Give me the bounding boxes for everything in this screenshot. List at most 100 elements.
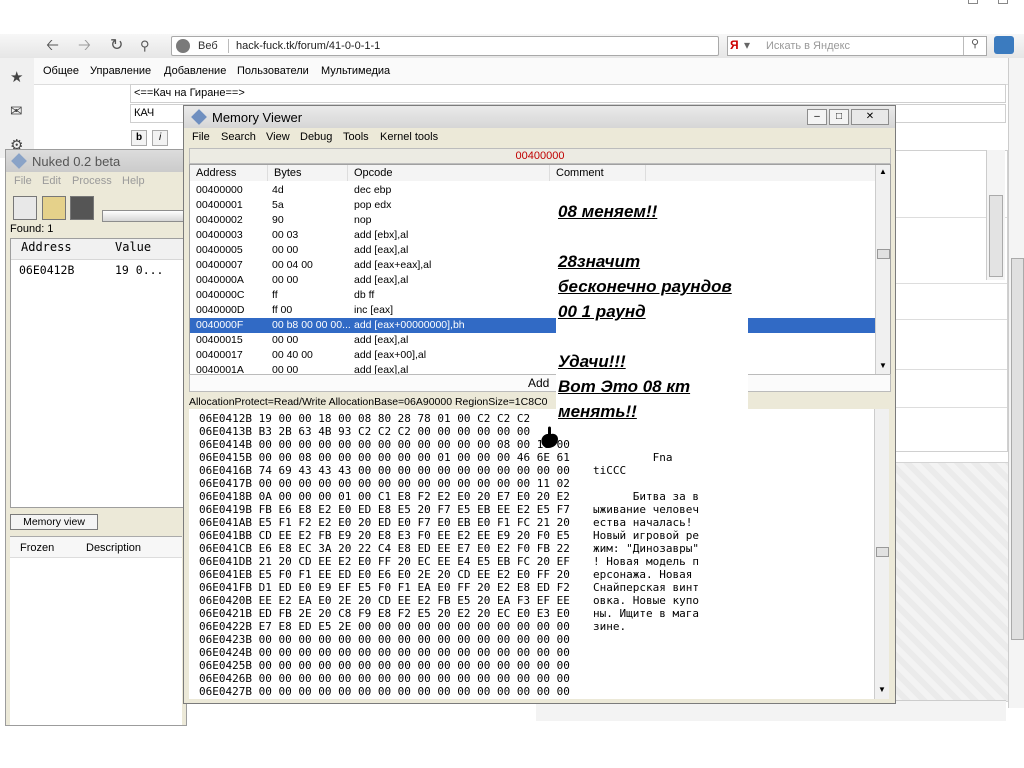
hex-view[interactable]: 06E0412B 19 00 00 18 00 08 80 28 78 01 0… [189, 409, 889, 699]
column-value[interactable]: Value [115, 240, 151, 258]
menu-debug[interactable]: Debug [300, 131, 332, 143]
memory-view-button[interactable]: Memory view [10, 514, 98, 530]
disassembler-row[interactable]: 0040000A 00 00 add [eax],al [190, 273, 876, 288]
scroll-down-icon[interactable]: ▼ [879, 361, 887, 370]
column-address[interactable]: Address [190, 165, 268, 181]
hex-scrollbar[interactable]: ▲ ▼ [874, 409, 889, 699]
nav-item-management[interactable]: Управление [90, 65, 151, 77]
window-control-icon[interactable] [998, 0, 1008, 4]
close-icon[interactable]: ✕ [851, 109, 889, 125]
yandex-logo-icon[interactable]: Я [730, 38, 739, 52]
nav-item-add[interactable]: Добавление [164, 65, 226, 77]
topic-title-field[interactable]: <==Кач на Гиране==> [130, 84, 1006, 103]
address-bar[interactable]: Веб hack-fuck.tk/forum/41-0-0-1-1 [171, 36, 719, 56]
nav-item-users[interactable]: Пользователи [237, 65, 309, 77]
hex-line[interactable]: 06E041AB E5 F1 F2 E2 E0 20 ED E0 F7 E0 E… [199, 516, 570, 529]
hex-line[interactable]: 06E0421B ED FB 2E 20 C8 F9 E8 F2 E5 20 E… [199, 607, 570, 620]
disassembler-row[interactable]: 00400002 90 nop [190, 213, 876, 228]
forward-arrow-icon[interactable]: 🡢 [78, 37, 91, 55]
disassembler-row[interactable]: 00400017 00 40 00 add [eax+00],al [190, 348, 876, 363]
menu-search[interactable]: Search [221, 131, 256, 143]
column-frozen[interactable]: Frozen [20, 542, 54, 554]
nav-item-multimedia[interactable]: Мультимедиа [321, 65, 390, 77]
key-icon[interactable]: ⚲ [140, 37, 150, 55]
bold-button[interactable]: b [131, 130, 147, 146]
window-control-icon[interactable] [968, 0, 978, 4]
scroll-thumb[interactable] [877, 249, 890, 259]
hex-line[interactable]: 06E0424B 00 00 00 00 00 00 00 00 00 00 0… [199, 646, 570, 659]
back-arrow-icon[interactable]: 🡠 [46, 37, 59, 55]
column-address[interactable]: Address [21, 240, 72, 258]
nuked-titlebar[interactable]: Nuked 0.2 beta [6, 150, 186, 172]
column-opcode[interactable]: Opcode [348, 165, 550, 181]
scroll-up-icon[interactable]: ▲ [879, 167, 887, 176]
disassembler-row[interactable]: 0040000D ff 00 inc [eax] [190, 303, 876, 318]
search-input[interactable]: Искать в Яндекс [766, 40, 850, 52]
italic-button[interactable]: i [152, 130, 169, 146]
reload-icon[interactable]: ↻ [110, 37, 123, 55]
hex-line[interactable]: 06E041CB E6 E8 EC 3A 20 22 C4 E8 ED EE E… [199, 542, 570, 555]
disassembler-row[interactable]: 00400000 4d dec ebp [190, 183, 876, 198]
disassembler-row[interactable]: 00400003 00 03 add [ebx],al [190, 228, 876, 243]
scroll-thumb[interactable] [1011, 258, 1024, 640]
hex-line[interactable]: 06E0416B 74 69 43 43 43 00 00 00 00 00 0… [199, 464, 570, 477]
result-value[interactable]: 19 0... [115, 263, 163, 277]
hex-line[interactable]: 06E041FB D1 ED E0 E9 EF E5 F0 F1 EA E0 F… [199, 581, 570, 594]
menu-view[interactable]: View [266, 131, 290, 143]
menu-edit[interactable]: Edit [42, 175, 61, 187]
disassembler-row[interactable]: 00400007 00 04 00 add [eax+eax],al [190, 258, 876, 273]
open-folder-icon[interactable] [42, 196, 66, 220]
column-comment[interactable]: Comment [550, 165, 646, 181]
disassembler-view[interactable]: Address Bytes Opcode Comment 00400000 4d d… [189, 164, 891, 376]
scroll-thumb[interactable] [989, 195, 1003, 277]
page-scrollbar[interactable] [1008, 58, 1024, 708]
mail-icon[interactable]: ✉ [10, 102, 23, 120]
scroll-down-icon[interactable]: ▼ [878, 685, 886, 694]
disassembler-scrollbar[interactable]: ▲ ▼ [875, 165, 890, 375]
hex-line[interactable]: 06E0427B 00 00 00 00 00 00 00 00 00 00 0… [199, 685, 570, 698]
site-info-icon[interactable] [176, 39, 190, 53]
memory-viewer-titlebar[interactable]: Memory Viewer – □ ✕ [184, 106, 895, 128]
scroll-thumb[interactable] [876, 547, 889, 557]
menu-process[interactable]: Process [72, 175, 112, 187]
mail-icon[interactable] [994, 36, 1014, 54]
menu-tools[interactable]: Tools [343, 131, 369, 143]
hex-line[interactable]: 06E0420B EE E2 EA E0 2E 20 CD EE E2 FB E… [199, 594, 570, 607]
chevron-down-icon[interactable]: ▾ [744, 38, 750, 52]
hex-line[interactable]: 06E041BB CD EE E2 FB E9 20 E8 E3 F0 EE E… [199, 529, 570, 542]
menu-help[interactable]: Help [122, 175, 145, 187]
menu-file[interactable]: File [192, 131, 210, 143]
disassembler-row[interactable]: 0040000F 00 b8 00 00 00... add [eax+000000… [190, 318, 876, 333]
column-bytes[interactable]: Bytes [268, 165, 348, 181]
menu-kernel-tools[interactable]: Kernel tools [380, 131, 438, 143]
hex-line[interactable]: 06E0414B 00 00 00 00 00 00 00 00 00 00 0… [199, 438, 570, 451]
nav-item-general[interactable]: Общее [43, 65, 79, 77]
maximize-icon[interactable]: □ [829, 109, 849, 125]
hex-line[interactable]: 06E0412B 19 00 00 18 00 08 80 28 78 01 0… [199, 412, 530, 425]
menu-file[interactable]: File [14, 175, 32, 187]
frozen-list[interactable]: Frozen Description [10, 536, 182, 725]
disassembler-row[interactable]: 00400001 5a pop edx [190, 198, 876, 213]
hex-line[interactable]: 06E041DB 21 20 CD EE E2 E0 FF 20 EC EE E… [199, 555, 570, 568]
disassembler-row[interactable]: 0040000C ff db ff [190, 288, 876, 303]
results-list[interactable]: Address Value 06E0412B 19 0... [10, 238, 184, 508]
yandex-search-box[interactable]: Я ▾ Искать в Яндекс ⚲ [727, 36, 987, 56]
result-address[interactable]: 06E0412B [19, 263, 74, 277]
hex-line[interactable]: 06E0418B 0A 00 00 00 01 00 C1 E8 F2 E2 E… [199, 490, 570, 503]
hex-line[interactable]: 06E041EB E5 F0 F1 EE ED E0 E6 E0 2E 20 C… [199, 568, 570, 581]
hex-line[interactable]: 06E0425B 00 00 00 00 00 00 00 00 00 00 0… [199, 659, 570, 672]
hex-line[interactable]: 06E0419B FB E6 E8 E2 E0 ED E8 E5 20 F7 E… [199, 503, 570, 516]
column-description[interactable]: Description [86, 542, 141, 554]
hex-line[interactable]: 06E0417B 00 00 00 00 00 00 00 00 00 00 0… [199, 477, 570, 490]
hex-line[interactable]: 06E0423B 00 00 00 00 00 00 00 00 00 00 0… [199, 633, 570, 646]
hex-line[interactable]: 06E0426B 00 00 00 00 00 00 00 00 00 00 0… [199, 672, 570, 685]
hex-line[interactable]: 06E0413B B3 2B 63 4B 93 C2 C2 C2 00 00 0… [199, 425, 530, 438]
hex-line[interactable]: 06E0415B 00 00 08 00 00 00 00 00 00 01 0… [199, 451, 570, 464]
hex-line[interactable]: 06E0422B E7 E8 ED E5 2E 00 00 00 00 00 0… [199, 620, 570, 633]
star-icon[interactable]: ★ [10, 68, 23, 86]
search-icon[interactable]: ⚲ [963, 37, 986, 55]
minimize-icon[interactable]: – [807, 109, 827, 125]
editor-scrollbar[interactable] [986, 150, 1005, 280]
disassembler-row[interactable]: 00400015 00 00 add [eax],al [190, 333, 876, 348]
url-text[interactable]: hack-fuck.tk/forum/41-0-0-1-1 [236, 40, 380, 52]
